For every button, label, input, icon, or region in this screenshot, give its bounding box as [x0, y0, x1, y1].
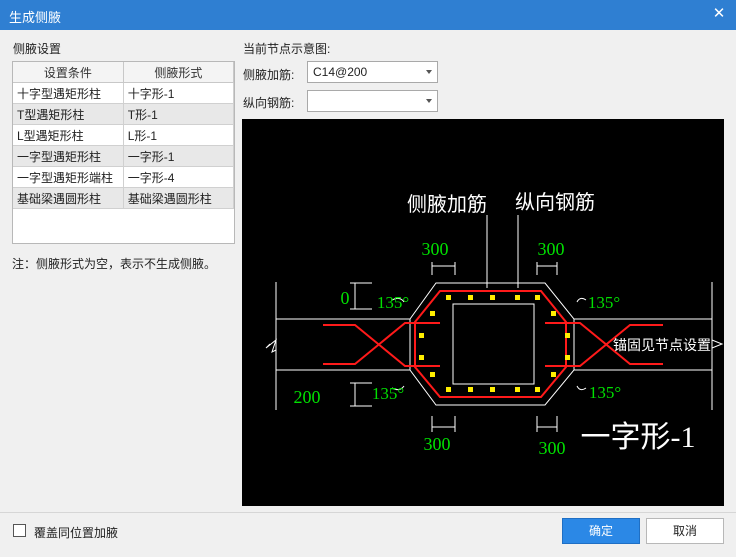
table-row[interactable]: 基础梁遇圆形柱 基础梁遇圆形柱 — [13, 187, 235, 209]
diagram-heading: 当前节点示意图: — [243, 42, 331, 56]
condition-cell[interactable]: 一字型遇矩形端柱 — [13, 166, 124, 188]
node-diagram: 侧腋加筋 纵向钢筋 300 300 300 300 0 200 135° 135… — [242, 119, 724, 506]
close-icon[interactable]: ✕ — [710, 5, 728, 23]
footer-divider — [0, 512, 736, 513]
angle-bottom-right: 135° — [589, 383, 621, 402]
label-side-rebar: 侧腋加筋 — [407, 193, 487, 216]
long-rebar-combo[interactable] — [307, 90, 438, 112]
condition-cell[interactable]: 一字型遇矩形柱 — [13, 145, 124, 167]
angle-top-left: 135° — [377, 293, 409, 312]
overwrite-checkbox[interactable] — [13, 524, 26, 537]
dim-top-right: 300 — [538, 239, 565, 259]
settings-grid[interactable]: 设置条件 侧腋形式 十字型遇矩形柱 十字形-1 T型遇矩形柱 T形-1 L型遇矩… — [12, 61, 235, 244]
angle-bottom-left: 135° — [372, 384, 404, 403]
grid-header: 设置条件 侧腋形式 — [13, 62, 235, 83]
angle-top-right: 135° — [588, 293, 620, 312]
ok-button[interactable]: 确定 — [562, 518, 640, 544]
chevron-down-icon[interactable] — [426, 99, 432, 103]
form-name-label: 一字形-1 — [581, 421, 696, 454]
condition-cell[interactable]: 十字型遇矩形柱 — [13, 82, 124, 104]
dim-top-left: 300 — [422, 239, 449, 259]
title-bar: 生成侧腋 ✕ — [0, 0, 736, 30]
note-text: 注：侧腋形式为空，表示不生成侧腋。 — [12, 257, 217, 271]
table-row[interactable]: 十字型遇矩形柱 十字形-1 — [13, 82, 235, 104]
dim-zero: 0 — [341, 288, 350, 308]
longitudinal-bar-dots — [419, 295, 570, 392]
beam-outline — [265, 215, 724, 432]
form-cell[interactable]: L形-1 — [123, 124, 235, 146]
condition-cell[interactable]: L型遇矩形柱 — [13, 124, 124, 146]
chevron-down-icon[interactable] — [426, 70, 432, 74]
dim-bottom-right: 300 — [539, 438, 566, 458]
diagram-svg: 侧腋加筋 纵向钢筋 300 300 300 300 0 200 135° 135… — [265, 191, 724, 458]
overwrite-checkbox-label[interactable]: 覆盖同位置加腋 — [34, 524, 118, 541]
column-header-form[interactable]: 侧腋形式 — [123, 62, 235, 83]
label-long-rebar: 纵向钢筋 — [515, 191, 595, 214]
window-title: 生成侧腋 — [9, 10, 62, 25]
cancel-button[interactable]: 取消 — [646, 518, 724, 544]
dim-bottom-left: 300 — [424, 434, 451, 454]
form-cell[interactable]: 基础梁遇圆形柱 — [123, 187, 235, 209]
side-settings-heading: 侧腋设置 — [13, 42, 62, 56]
form-cell[interactable]: 十字形-1 — [123, 82, 235, 104]
side-rebar-combo[interactable]: C14@200 — [307, 61, 438, 83]
form-cell[interactable]: 一字形-4 — [123, 166, 235, 188]
table-row[interactable]: 一字型遇矩形柱 一字形-1 — [13, 145, 235, 167]
table-row[interactable]: L型遇矩形柱 L形-1 — [13, 124, 235, 146]
table-row[interactable]: T型遇矩形柱 T形-1 — [13, 103, 235, 125]
condition-cell[interactable]: T型遇矩形柱 — [13, 103, 124, 125]
dim-200: 200 — [294, 387, 321, 407]
table-row[interactable]: 一字型遇矩形端柱 一字形-4 — [13, 166, 235, 188]
side-rebar-value: C14@200 — [313, 65, 368, 79]
side-rebar-label: 侧腋加筋: — [243, 68, 295, 82]
form-cell[interactable]: 一字形-1 — [123, 145, 235, 167]
anchor-note: 锚固见节点设置 — [613, 337, 711, 353]
column-header-condition[interactable]: 设置条件 — [13, 62, 124, 83]
long-rebar-label: 纵向钢筋: — [243, 96, 295, 110]
form-cell[interactable]: T形-1 — [123, 103, 235, 125]
condition-cell[interactable]: 基础梁遇圆形柱 — [13, 187, 124, 209]
